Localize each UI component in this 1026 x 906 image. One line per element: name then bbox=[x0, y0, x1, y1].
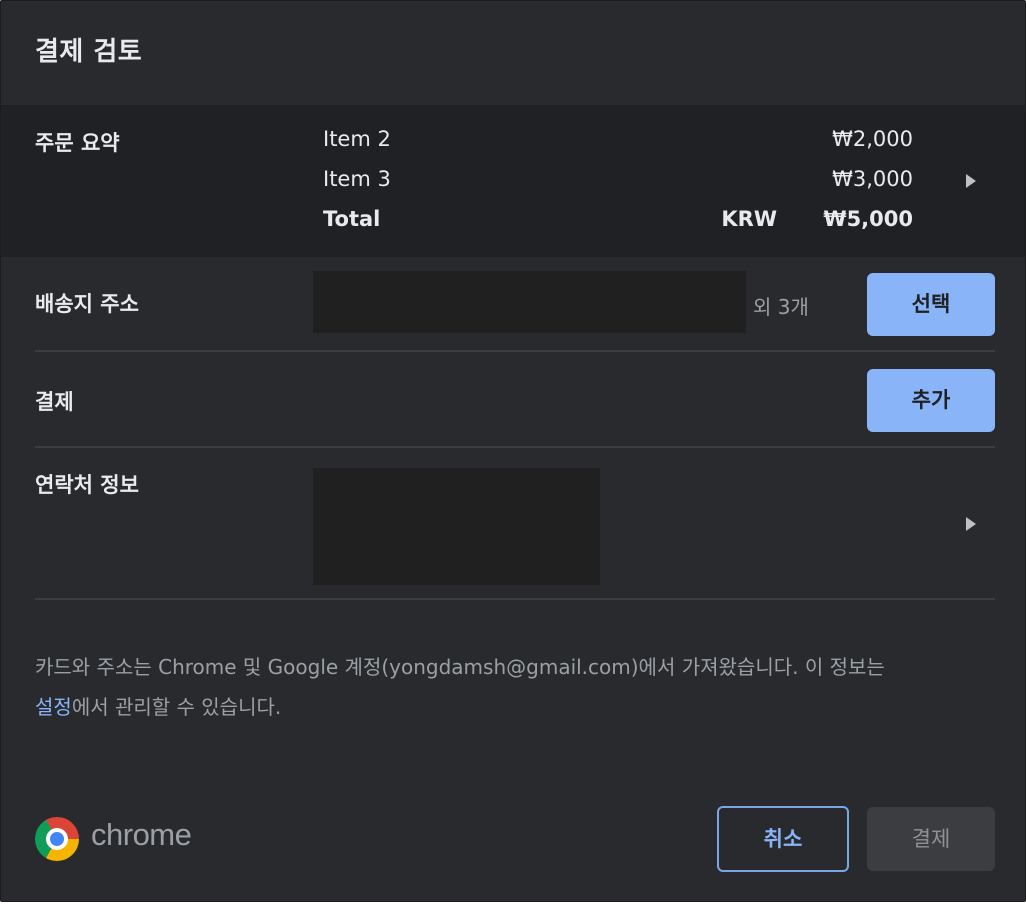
redacted-address bbox=[313, 271, 746, 333]
dialog-header: 결제 검토 bbox=[1, 1, 1025, 105]
chevron-right-icon[interactable] bbox=[966, 517, 976, 531]
chevron-right-icon[interactable] bbox=[966, 174, 976, 188]
summary-line-item: Item 3 ₩3,000 bbox=[323, 167, 913, 197]
divider bbox=[35, 598, 995, 600]
shipping-address-label: 배송지 주소 bbox=[35, 292, 139, 316]
divider bbox=[35, 446, 995, 448]
add-payment-button[interactable]: 추가 bbox=[867, 369, 995, 432]
notice-text: 카드와 주소는 Chrome 및 Google 계정(yongdamsh@gma… bbox=[35, 655, 885, 679]
total-currency: KRW bbox=[721, 207, 777, 231]
summary-line-item: Item 2 ₩2,000 bbox=[323, 127, 913, 157]
item-price: ₩3,000 bbox=[832, 167, 913, 191]
notice-text-end: 에서 관리할 수 있습니다. bbox=[71, 695, 282, 719]
additional-addresses-count: 외 3개 bbox=[753, 295, 809, 319]
chrome-logo-icon bbox=[35, 817, 79, 861]
chrome-wordmark: chrome bbox=[91, 817, 192, 852]
item-name: Item 3 bbox=[323, 167, 391, 191]
divider bbox=[35, 350, 995, 352]
dialog-title: 결제 검토 bbox=[35, 37, 143, 67]
item-price: ₩2,000 bbox=[832, 127, 913, 151]
summary-total: Total KRW ₩5,000 bbox=[323, 207, 913, 237]
total-label: Total bbox=[323, 207, 381, 231]
pay-button[interactable]: 결제 bbox=[867, 807, 995, 871]
order-summary-label: 주문 요약 bbox=[35, 131, 120, 155]
select-address-button[interactable]: 선택 bbox=[867, 273, 995, 336]
item-name: Item 2 bbox=[323, 127, 391, 151]
order-summary-row[interactable]: 주문 요약 Item 2 ₩2,000 Item 3 ₩3,000 Total … bbox=[1, 105, 1025, 257]
data-source-notice: 카드와 주소는 Chrome 및 Google 계정(yongdamsh@gma… bbox=[35, 647, 1005, 727]
payment-request-dialog: 결제 검토 주문 요약 Item 2 ₩2,000 Item 3 ₩3,000 … bbox=[0, 0, 1026, 902]
total-price: ₩5,000 bbox=[823, 207, 913, 231]
cancel-button[interactable]: 취소 bbox=[717, 806, 849, 872]
contact-info-label: 연락처 정보 bbox=[35, 473, 139, 497]
settings-link[interactable]: 설정 bbox=[35, 695, 72, 719]
redacted-contact bbox=[313, 468, 600, 585]
payment-label: 결제 bbox=[35, 390, 74, 414]
